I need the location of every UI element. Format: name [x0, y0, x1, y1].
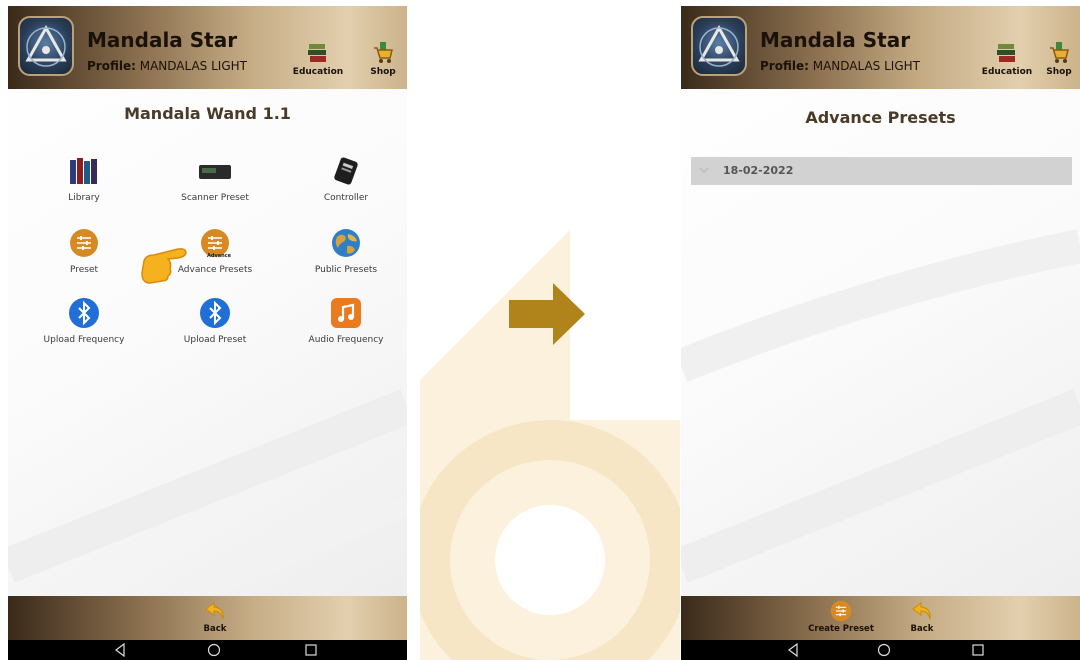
sliders-icon — [830, 600, 852, 622]
music-note-icon — [331, 298, 361, 328]
mandala-logo-icon — [25, 24, 67, 67]
advance-icon-caption: Advance — [207, 253, 231, 259]
audio-frequency-label: Audio Frequency — [308, 335, 384, 345]
back-arrow-icon — [205, 602, 224, 620]
nav-home-icon[interactable] — [877, 643, 891, 657]
android-nav-bar — [8, 640, 407, 660]
chevron-down-icon — [699, 167, 709, 174]
mandala-logo-icon — [698, 24, 740, 67]
preset-list-item[interactable]: 18-02-2022 — [691, 157, 1072, 185]
sliders-icon — [70, 229, 98, 257]
books-stack-icon — [308, 44, 326, 62]
app-header: Mandala Star Profile: MANDALAS LIGHT Edu… — [8, 6, 407, 89]
shopping-cart-icon — [1050, 42, 1069, 63]
controller-device-icon — [334, 157, 358, 185]
upload-preset-label: Upload Preset — [183, 335, 247, 345]
pointing-hand-icon — [141, 248, 187, 284]
controller-button[interactable]: Controller — [286, 156, 406, 203]
nav-back-icon[interactable] — [114, 643, 126, 657]
right-screen: Mandala Star Profile: MANDALAS LIGHT Edu… — [681, 6, 1080, 660]
android-nav-bar — [681, 640, 1080, 660]
nav-recents-icon[interactable] — [972, 643, 984, 657]
create-preset-button[interactable]: Create Preset — [806, 600, 876, 634]
public-presets-label: Public Presets — [314, 265, 378, 275]
create-preset-label: Create Preset — [808, 624, 874, 634]
shop-button[interactable]: Shop — [353, 42, 407, 77]
left-screen: Mandala Star Profile: MANDALAS LIGHT Edu… — [8, 6, 407, 660]
nav-home-icon[interactable] — [207, 643, 221, 657]
preset-label: Preset — [69, 265, 99, 275]
app-logo[interactable] — [18, 16, 74, 76]
education-button[interactable]: Education — [288, 42, 348, 77]
preset-button[interactable]: Preset — [24, 228, 144, 275]
shop-button[interactable]: Shop — [1029, 42, 1080, 77]
education-button[interactable]: Education — [977, 42, 1037, 77]
back-label: Back — [910, 624, 934, 634]
shop-label: Shop — [1046, 67, 1072, 77]
books-icon — [70, 158, 97, 184]
shop-label: Shop — [370, 67, 396, 77]
preset-date: 18-02-2022 — [723, 164, 794, 177]
profile-label: Profile: — [760, 59, 809, 73]
app-header: Mandala Star Profile: MANDALAS LIGHT Edu… — [681, 6, 1080, 89]
profile-line: Profile: MANDALAS LIGHT — [760, 59, 920, 73]
app-title: Mandala Star — [87, 28, 238, 52]
upload-frequency-label: Upload Frequency — [43, 335, 125, 345]
globe-icon — [332, 229, 360, 257]
transition-arrow-icon — [509, 283, 585, 345]
profile-name: MANDALAS LIGHT — [812, 59, 920, 73]
scanner-preset-label: Scanner Preset — [181, 193, 249, 203]
bluetooth-icon — [69, 298, 99, 328]
back-button[interactable]: Back — [887, 600, 957, 634]
background-swoosh — [681, 229, 1080, 583]
profile-label: Profile: — [87, 59, 136, 73]
scanner-preset-button[interactable]: Scanner Preset — [155, 156, 275, 203]
back-label: Back — [203, 624, 227, 634]
back-button[interactable]: Back — [180, 600, 250, 634]
nav-back-icon[interactable] — [787, 643, 799, 657]
audio-frequency-button[interactable]: Audio Frequency — [286, 298, 406, 345]
education-label: Education — [292, 67, 344, 77]
app-logo[interactable] — [691, 16, 747, 76]
public-presets-button[interactable]: Public Presets — [286, 228, 406, 275]
profile-name: MANDALAS LIGHT — [139, 59, 247, 73]
bottom-bar: Back — [8, 596, 407, 640]
page-title: Mandala Wand 1.1 — [124, 104, 291, 123]
controller-label: Controller — [323, 193, 369, 203]
books-stack-icon — [997, 44, 1015, 62]
nav-recents-icon[interactable] — [305, 643, 317, 657]
bottom-bar: Create Preset Back — [681, 596, 1080, 640]
shopping-cart-icon — [374, 42, 393, 63]
profile-line: Profile: MANDALAS LIGHT — [87, 59, 247, 73]
app-title: Mandala Star — [760, 28, 911, 52]
upload-preset-button[interactable]: Upload Preset — [155, 298, 275, 345]
back-arrow-icon — [912, 602, 931, 620]
library-label: Library — [68, 193, 100, 203]
upload-frequency-button[interactable]: Upload Frequency — [24, 298, 144, 345]
scanner-device-icon — [199, 165, 231, 179]
education-label: Education — [981, 67, 1033, 77]
bluetooth-icon — [200, 298, 230, 328]
library-button[interactable]: Library — [24, 156, 144, 203]
page-title: Advance Presets — [805, 108, 956, 127]
